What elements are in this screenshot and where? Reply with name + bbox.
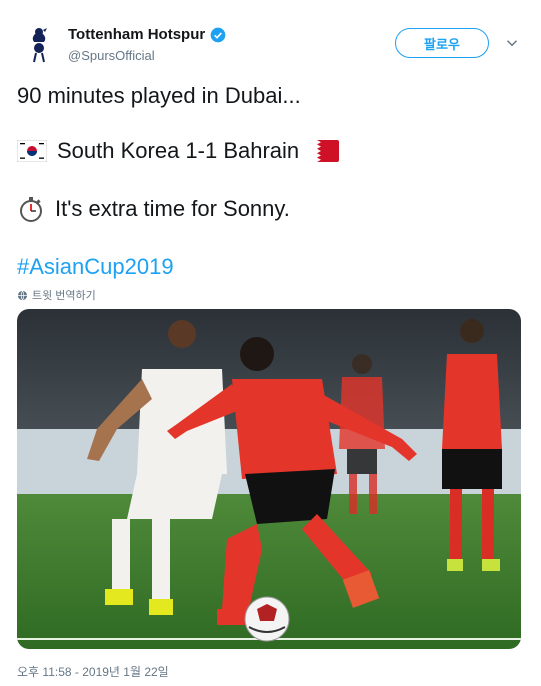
tweet-text-line-2-row: South Korea 1-1 Bahrain xyxy=(17,138,340,164)
bahrain-flag-icon xyxy=(309,140,340,162)
avatar[interactable] xyxy=(17,22,61,66)
tweet-text-line-1: 90 minutes played in Dubai... xyxy=(17,83,301,108)
tweet-text-line-3-row: It's extra time for Sonny. xyxy=(17,195,290,223)
football xyxy=(244,596,290,642)
match-photo[interactable] xyxy=(17,309,521,649)
hashtag-link[interactable]: #AsianCup2019 xyxy=(17,254,174,280)
stopwatch-icon xyxy=(20,197,42,222)
spurs-cockerel-logo-icon xyxy=(32,28,47,63)
translate-label: 트윗 번역하기 xyxy=(32,290,96,302)
globe-icon xyxy=(17,290,28,300)
tweet-timestamp[interactable]: 오후 11:58 - 2019년 1월 22일 xyxy=(17,663,169,680)
chevron-down-icon[interactable] xyxy=(503,34,521,52)
account-handle[interactable]: @SpursOfficial xyxy=(68,48,155,63)
account-name-row: Tottenham Hotspur xyxy=(68,26,226,43)
tweet-text-line-3: It's extra time for Sonny. xyxy=(55,196,290,221)
verified-badge-icon xyxy=(210,27,226,42)
account-name[interactable]: Tottenham Hotspur xyxy=(68,26,205,43)
follow-button[interactable]: 팔로우 xyxy=(395,28,489,58)
match-photo-image xyxy=(17,309,521,649)
south-korea-flag-icon xyxy=(17,140,47,162)
tweet-text-line-2: South Korea 1-1 Bahrain xyxy=(57,138,300,163)
translate-tweet-link[interactable]: 트윗 번역하기 xyxy=(17,287,96,303)
